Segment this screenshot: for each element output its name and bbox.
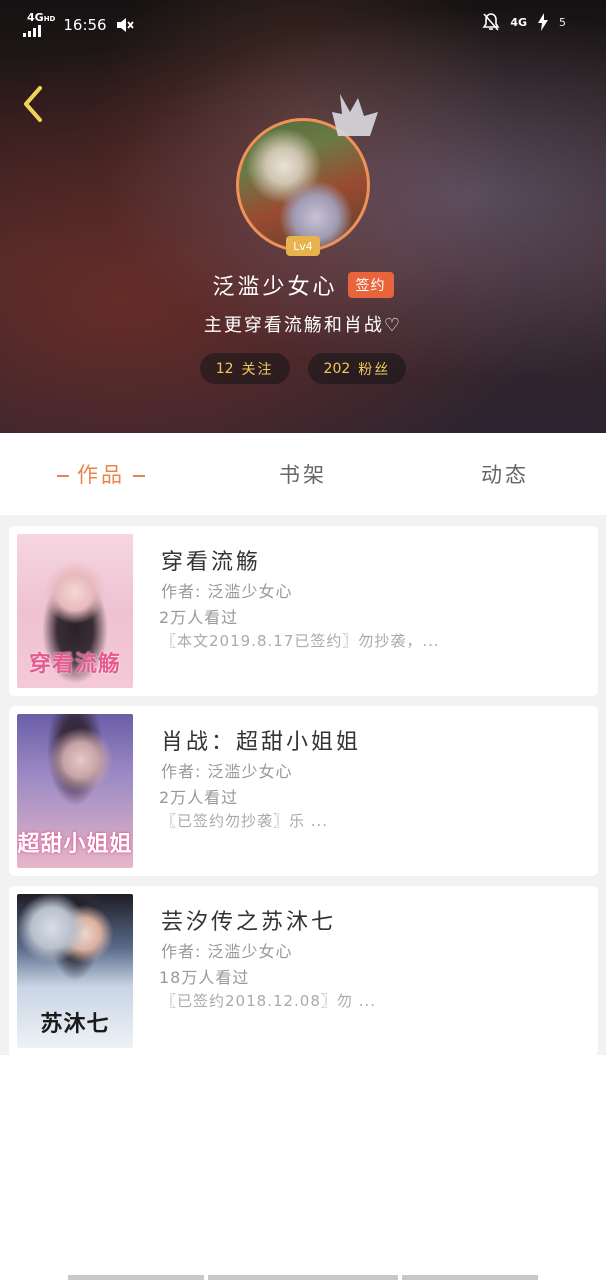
signal-icon <box>23 25 55 37</box>
network-sub: HD <box>43 15 56 23</box>
notification-off-icon <box>482 13 500 31</box>
following-label: 关注 <box>241 361 274 378</box>
book-description: 〖本文2019.8.17已签约〗勿抄袭，... <box>161 632 440 650</box>
book-title: 肖战：超甜小姐姐 <box>161 730 362 755</box>
tab-indicator-right <box>133 475 145 477</box>
user-name: 泛滥少女心 <box>212 275 338 300</box>
book-title: 穿看流觞 <box>161 550 262 575</box>
book-cover: 穿看流觞 <box>17 534 133 688</box>
cover-title: 超甜小姐姐 <box>17 832 133 857</box>
fans-button[interactable]: 202 粉丝 <box>307 353 407 384</box>
tab-activity-label: 动态 <box>481 463 529 487</box>
fans-label: 粉丝 <box>358 361 391 378</box>
book-views: 18万人看过 <box>159 968 250 987</box>
status-right: 4G 5 <box>482 12 566 32</box>
tab-bookshelf-label: 书架 <box>279 463 327 487</box>
nav-hint-center[interactable] <box>208 1275 398 1280</box>
chevron-left-icon <box>24 86 42 122</box>
nav-hint-left <box>68 1275 204 1280</box>
tab-bookshelf[interactable]: 书架 <box>202 459 404 489</box>
following-button[interactable]: 12 关注 <box>199 353 290 384</box>
tab-bar: 作品 书架 动态 <box>0 433 606 515</box>
book-views: 2万人看过 <box>159 608 239 627</box>
tab-works-label: 作品 <box>77 463 125 487</box>
network-type: 4G <box>27 11 44 24</box>
status-bar: 4GHD 16:56 4G 5 <box>0 0 606 46</box>
cover-title: 苏沐七 <box>40 1012 110 1037</box>
network-type-right: 4G <box>510 15 527 29</box>
empty-area <box>0 1055 606 1280</box>
book-description: 〖已签约2018.12.08〗勿 ... <box>161 992 376 1010</box>
book-card[interactable]: 超甜小姐姐 肖战：超甜小姐姐 作者: 泛滥少女心 2万人看过 〖已签约勿抄袭〗乐… <box>9 706 598 876</box>
book-card[interactable]: 苏沐七 芸汐传之苏沐七 作者: 泛滥少女心 18万人看过 〖已签约2018.12… <box>9 886 598 1056</box>
book-list: 穿看流觞 穿看流觞 作者: 泛滥少女心 2万人看过 〖本文2019.8.17已签… <box>0 515 606 1056</box>
following-count: 12 <box>215 360 234 377</box>
book-author: 作者: 泛滥少女心 <box>161 582 293 601</box>
crown-icon <box>332 94 378 136</box>
book-views: 2万人看过 <box>159 788 239 807</box>
user-bio: 主更穿看流觞和肖战♡ <box>203 315 403 336</box>
name-row: 泛滥少女心 签约 <box>0 268 606 302</box>
book-cover: 超甜小姐姐 <box>17 714 133 868</box>
signed-badge: 签约 <box>347 272 394 298</box>
book-cover: 苏沐七 <box>17 894 133 1048</box>
book-card[interactable]: 穿看流觞 穿看流觞 作者: 泛滥少女心 2万人看过 〖本文2019.8.17已签… <box>9 526 598 696</box>
network-indicator: 4GHD <box>23 11 56 37</box>
profile-header: 4GHD 16:56 4G 5 Lv4 泛滥少女心 签约 主更穿看流觞和肖战♡ … <box>0 0 606 433</box>
tab-activity[interactable]: 动态 <box>404 459 606 489</box>
stats-row: 12 关注 202 粉丝 <box>0 353 606 384</box>
nav-hint-right <box>402 1275 538 1280</box>
book-author: 作者: 泛滥少女心 <box>161 762 293 781</box>
level-badge: Lv4 <box>286 236 320 256</box>
book-author: 作者: 泛滥少女心 <box>161 942 293 961</box>
mute-icon <box>116 17 134 32</box>
status-left: 4GHD 16:56 <box>23 11 135 37</box>
battery-level: 5 <box>559 15 566 29</box>
fans-count: 202 <box>323 360 351 377</box>
tab-indicator-left <box>57 475 69 477</box>
clock-time: 16:56 <box>63 15 107 34</box>
book-title: 芸汐传之苏沐七 <box>161 910 337 935</box>
book-description: 〖已签约勿抄袭〗乐 ... <box>161 812 329 830</box>
back-button[interactable] <box>16 84 50 124</box>
cover-title: 穿看流觞 <box>28 652 121 677</box>
tab-works[interactable]: 作品 <box>0 459 202 489</box>
charging-icon <box>538 13 548 31</box>
